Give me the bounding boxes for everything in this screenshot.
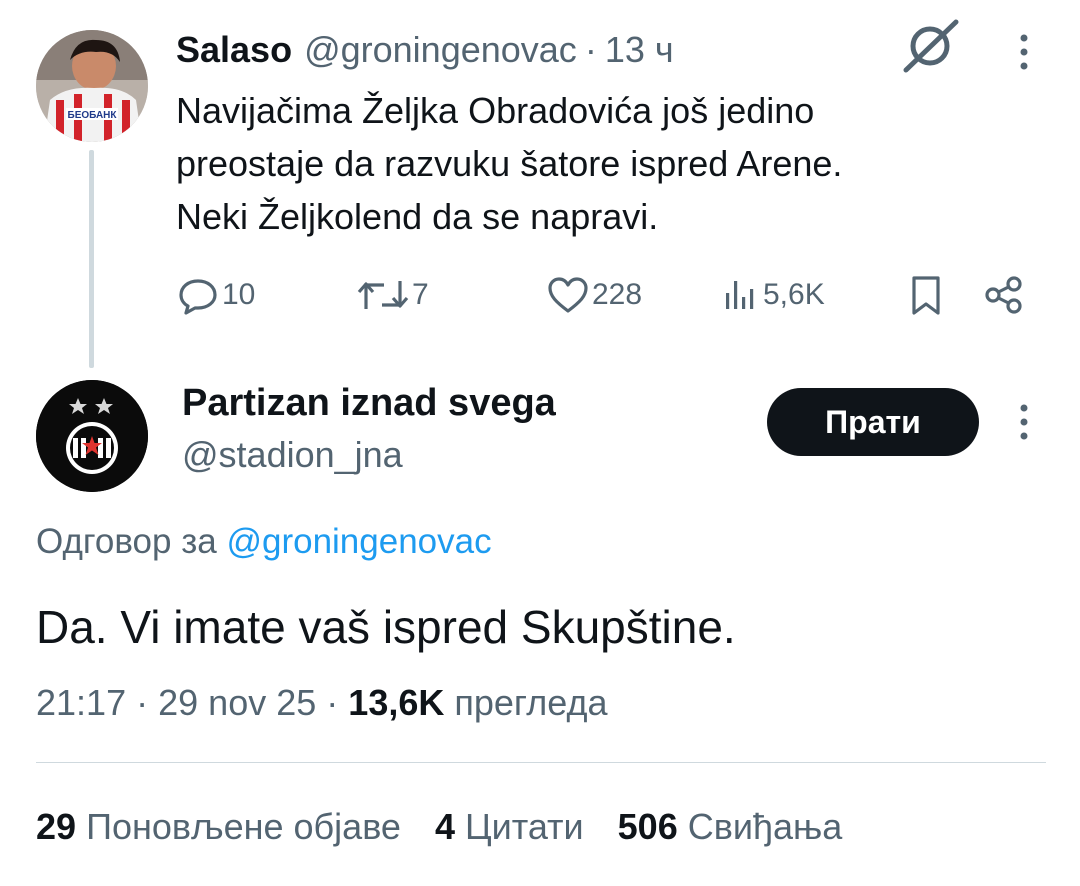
heart-icon [548, 277, 588, 313]
parent-avatar[interactable]: БЕОБАНК [36, 30, 148, 142]
bookmark-icon [912, 276, 940, 315]
parent-header: Salaso @groningenovac · 13 ч [176, 24, 674, 76]
reposts-label: Поновљене објаве [86, 806, 401, 847]
like-count: 228 [592, 278, 643, 311]
avatar-jersey-text: БЕОБАНК [68, 110, 118, 121]
reply-prefix: Одговор за [36, 522, 217, 561]
reply-count: 10 [222, 278, 256, 311]
author-avatar[interactable] [36, 380, 148, 492]
views-total: 13,6K [348, 682, 445, 723]
share-button[interactable] [982, 268, 1026, 322]
parent-action-bar: 10 7 228 5,6K [176, 268, 1046, 322]
repost-button[interactable]: 7 [356, 268, 429, 322]
replying-to: Одговор за @groningenovac [36, 522, 492, 562]
tweet-date[interactable]: 29 nov 25 [158, 682, 316, 723]
more-options-icon[interactable] [1014, 402, 1034, 442]
likes-label: Свиђања [687, 806, 843, 847]
parent-author-handle[interactable]: @groningenovac [304, 29, 577, 71]
repost-count: 7 [412, 278, 429, 311]
separator-dot: · [584, 29, 597, 70]
divider [36, 762, 1046, 763]
separator-dot: · [326, 682, 339, 723]
bookmark-button[interactable] [906, 268, 946, 322]
repost-icon [357, 281, 409, 309]
reply-to-handle-link[interactable]: @groningenovac [226, 522, 491, 561]
views-label: прегледа [454, 682, 608, 723]
reposts-count: 29 [36, 806, 77, 847]
author-name[interactable]: Partizan iznad svega [182, 382, 556, 425]
like-button[interactable]: 228 [546, 268, 642, 322]
quotes-label: Цитати [465, 806, 584, 847]
views-icon [726, 281, 754, 309]
reply-button[interactable]: 10 [176, 268, 255, 322]
thread-connector [89, 150, 94, 368]
parent-timestamp[interactable]: 13 ч [605, 29, 674, 71]
author-handle[interactable]: @stadion_jna [182, 434, 403, 476]
views-count: 5,6K [763, 278, 825, 311]
tweet-meta: 21:17 · 29 nov 25 · 13,6K прегледа [36, 682, 608, 724]
parent-tweet-text: Navijačima Željka Obradovića još jedino … [176, 84, 1056, 243]
separator-dot: · [136, 682, 149, 723]
follow-button[interactable]: Прати [767, 388, 979, 456]
quotes-stat[interactable]: 4 Цитати [435, 806, 584, 848]
more-options-icon[interactable] [1014, 32, 1034, 72]
likes-count: 506 [617, 806, 678, 847]
tweet-text-line: Navijačima Željka Obradovića još jedino [176, 90, 815, 131]
tweet-text: Da. Vi imate vaš ispred Skupštine. [36, 601, 736, 653]
share-icon [985, 276, 1022, 314]
tweet-text-line: preostaje da razvuku šatore ispred Arene… [176, 143, 843, 184]
likes-stat[interactable]: 506 Свиђања [618, 806, 843, 848]
reposts-stat[interactable]: 29 Поновљене објаве [36, 806, 401, 848]
reply-icon [179, 279, 217, 315]
tweet-time[interactable]: 21:17 [36, 682, 126, 723]
tweet-text-line: Neki Željkolend da se napravi. [176, 196, 659, 237]
views-button[interactable]: 5,6K [721, 268, 825, 322]
engagement-stats: 29 Поновљене објаве 4 Цитати 506 Свиђања [36, 806, 842, 848]
grok-icon[interactable] [900, 18, 962, 74]
quotes-count: 4 [434, 806, 455, 847]
parent-author-name[interactable]: Salaso [176, 29, 292, 71]
